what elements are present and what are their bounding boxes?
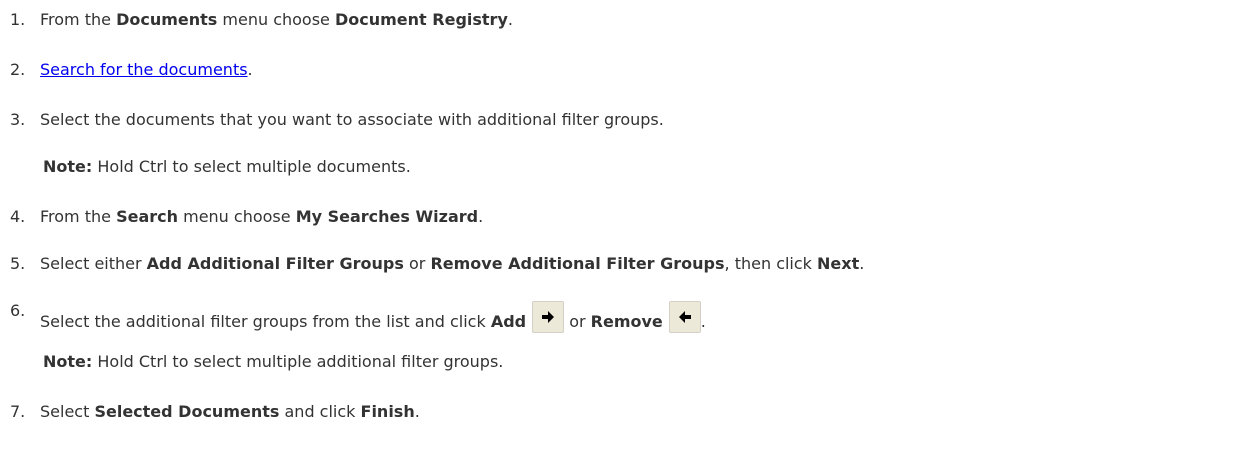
text-run: .: [414, 402, 420, 421]
step-number: 2.: [10, 60, 26, 79]
help-page: 1. From the Documents menu choose Docume…: [0, 0, 1244, 457]
step-number: 6.: [10, 301, 26, 320]
text-run: .: [507, 10, 513, 29]
text-run: or: [564, 312, 591, 331]
step-text: Select the documents that you want to as…: [40, 110, 664, 129]
step-text: Select either Add Additional Filter Grou…: [40, 254, 864, 274]
menu-item-my-searches-wizard: My Searches Wizard: [295, 207, 479, 226]
text-run: menu choose: [217, 10, 335, 29]
button-name-remove: Remove: [590, 312, 663, 331]
button-name-finish: Finish: [360, 402, 415, 421]
text-run: menu choose: [178, 207, 296, 226]
note-text: Hold Ctrl to select multiple additional …: [92, 352, 504, 371]
text-run: .: [247, 60, 253, 79]
text-run: .: [859, 254, 865, 273]
button-name-add: Add: [490, 312, 527, 331]
option-selected-documents: Selected Documents: [94, 402, 280, 421]
text-run: and click: [279, 402, 361, 421]
step-text: From the Search menu choose My Searches …: [40, 207, 483, 227]
step-text: From the Documents menu choose Document …: [40, 10, 513, 30]
text-run: .: [700, 312, 706, 331]
menu-item-document-registry: Document Registry: [334, 10, 508, 29]
note-label: Note:: [43, 157, 93, 176]
remove-button-image: [668, 301, 701, 333]
button-name-next: Next: [817, 254, 860, 273]
text-run: .: [478, 207, 484, 226]
note-text: Hold Ctrl to select multiple documents.: [92, 157, 411, 176]
text-run: or: [403, 254, 431, 273]
menu-name-documents: Documents: [116, 10, 218, 29]
text-run: Select the additional filter groups from…: [40, 312, 491, 331]
option-add-filter-groups: Add Additional Filter Groups: [146, 254, 404, 273]
step-number: 4.: [10, 207, 26, 226]
step-number: 1.: [10, 10, 26, 29]
note-multiple-filter-groups: Note: Hold Ctrl to select multiple addit…: [43, 352, 503, 372]
step-text: Select the additional filter groups from…: [40, 301, 706, 333]
step-text: Search for the documents.: [40, 60, 253, 80]
text-run: Select: [40, 402, 95, 421]
add-button-image: [532, 301, 565, 333]
step-number: 7.: [10, 402, 26, 421]
step-text: Select Selected Documents and click Fini…: [40, 402, 420, 422]
note-label: Note:: [43, 352, 93, 371]
arrow-left-icon: [678, 311, 691, 323]
text-run: Select either: [40, 254, 147, 273]
search-documents-link[interactable]: Search for the documents: [40, 60, 248, 79]
text-run: From the: [40, 207, 117, 226]
step-number: 5.: [10, 254, 26, 273]
text-run: , then click: [724, 254, 818, 273]
text-run: From the: [40, 10, 117, 29]
note-multiple-documents: Note: Hold Ctrl to select multiple docum…: [43, 157, 411, 177]
menu-name-search: Search: [116, 207, 179, 226]
arrow-right-icon: [542, 311, 555, 323]
step-number: 3.: [10, 110, 26, 129]
option-remove-filter-groups: Remove Additional Filter Groups: [430, 254, 725, 273]
